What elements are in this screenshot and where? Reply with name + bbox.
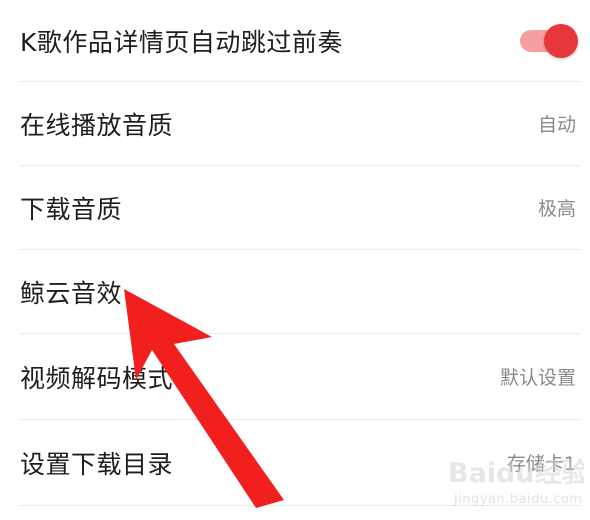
setting-label: 下载音质 <box>20 194 123 224</box>
skip-intro-toggle[interactable] <box>520 23 578 58</box>
setting-label: 在线播放音质 <box>20 110 174 140</box>
setting-value: 自动 <box>537 114 576 136</box>
setting-row-download-quality[interactable]: 下载音质 极高 <box>20 166 580 250</box>
setting-label: 设置下载目录 <box>20 449 174 479</box>
settings-page: K歌作品详情页自动跳过前奏 在线播放音质 自动 下载音质 极高 鲸云音效 视频解… <box>0 0 590 520</box>
setting-label: 视频解码模式 <box>20 363 174 393</box>
setting-row-download-dir[interactable]: 设置下载目录 存储卡1 <box>20 420 580 506</box>
setting-label: 鲸云音效 <box>20 278 123 308</box>
setting-row-skip-intro[interactable]: K歌作品详情页自动跳过前奏 <box>20 0 580 82</box>
toggle-knob <box>544 23 578 58</box>
setting-value: 存储卡1 <box>506 453 576 475</box>
setting-row-online-quality[interactable]: 在线播放音质 自动 <box>20 82 580 166</box>
setting-row-video-decode[interactable]: 视频解码模式 默认设置 <box>20 334 580 420</box>
setting-row-sound-effect[interactable]: 鲸云音效 <box>20 250 580 334</box>
setting-label: K歌作品详情页自动跳过前奏 <box>20 27 343 57</box>
setting-value: 极高 <box>537 198 576 220</box>
setting-value: 默认设置 <box>499 367 576 389</box>
